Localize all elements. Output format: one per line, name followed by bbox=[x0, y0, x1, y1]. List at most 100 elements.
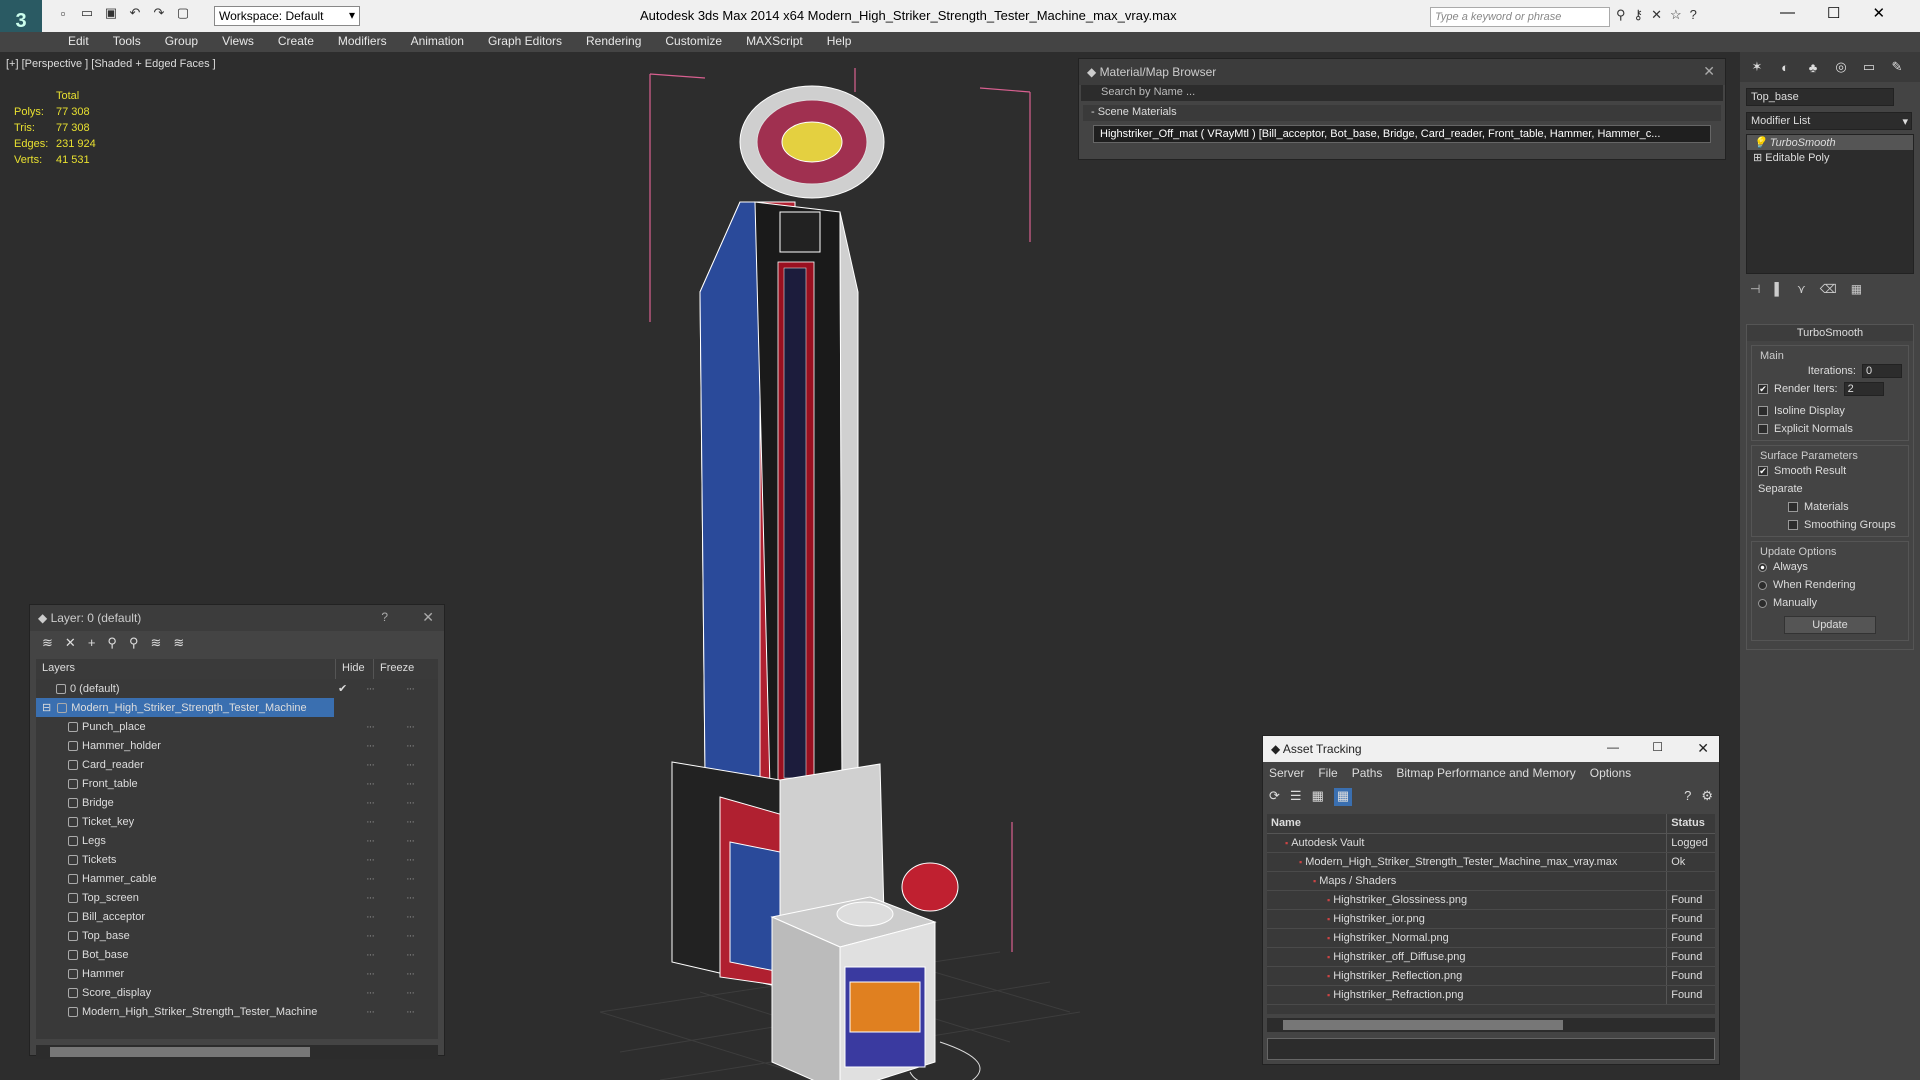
refresh-icon[interactable]: ⟳ bbox=[1269, 788, 1280, 806]
explicit-normals-checkbox[interactable] bbox=[1758, 424, 1768, 434]
asset-row[interactable]: ▪ Highstriker_Refraction.png Found bbox=[1267, 986, 1715, 1005]
hide-toggle[interactable]: ··· bbox=[366, 778, 375, 790]
exchange-icon[interactable]: ✕ bbox=[1651, 7, 1662, 23]
settings-icon[interactable]: ⚙ bbox=[1701, 788, 1713, 806]
layer-object-row[interactable]: Punch_place ··· ··· bbox=[36, 717, 438, 736]
hide-toggle[interactable]: ··· bbox=[366, 968, 375, 980]
layer-object-row[interactable]: Top_base ··· ··· bbox=[36, 926, 438, 945]
redo-icon[interactable]: ↷ bbox=[150, 4, 168, 22]
menu-views[interactable]: Views bbox=[210, 32, 266, 52]
display-tab-icon[interactable]: ▭ bbox=[1858, 56, 1880, 78]
menu-graph-editors[interactable]: Graph Editors bbox=[476, 32, 574, 52]
make-unique-icon[interactable]: ⋎ bbox=[1797, 282, 1806, 296]
asset-row[interactable]: ▪ Highstriker_Reflection.png Found bbox=[1267, 967, 1715, 986]
delete-layer-icon[interactable]: ✕ bbox=[65, 635, 76, 651]
iterations-spinner[interactable]: 0 bbox=[1862, 364, 1902, 378]
hide-toggle[interactable]: ··· bbox=[366, 987, 375, 999]
pin-stack-icon[interactable]: ⊣ bbox=[1750, 282, 1760, 296]
freeze-toggle[interactable]: ··· bbox=[406, 987, 415, 999]
motion-tab-icon[interactable]: ◎ bbox=[1830, 56, 1852, 78]
horizontal-scrollbar[interactable] bbox=[1267, 1018, 1715, 1032]
asset-row[interactable]: ▪ Highstriker_off_Diffuse.png Found bbox=[1267, 948, 1715, 967]
list-view-icon[interactable]: ☰ bbox=[1290, 788, 1302, 806]
freeze-toggle[interactable]: ··· bbox=[406, 797, 415, 809]
configure-modifier-sets-icon[interactable]: ▦ bbox=[1851, 282, 1862, 296]
layer-row-selected[interactable]: ⊟ Modern_High_Striker_Strength_Tester_Mac… bbox=[36, 698, 334, 717]
hide-toggle[interactable]: ··· bbox=[366, 797, 375, 809]
asset-row[interactable]: ▪ Highstriker_ior.png Found bbox=[1267, 910, 1715, 929]
materials-checkbox[interactable] bbox=[1788, 502, 1798, 512]
table-view-icon[interactable]: ▦ bbox=[1333, 788, 1353, 806]
star-icon[interactable]: ☆ bbox=[1670, 7, 1682, 23]
menu-bitmap-performance[interactable]: Bitmap Performance and Memory bbox=[1396, 766, 1575, 780]
layer-object-row[interactable]: Front_table ··· ··· bbox=[36, 774, 438, 793]
stack-item-turbosmooth[interactable]: 💡 TurboSmooth bbox=[1747, 135, 1913, 150]
create-tab-icon[interactable]: ✶ bbox=[1746, 56, 1768, 78]
layer-object-row[interactable]: Bill_acceptor ··· ··· bbox=[36, 907, 438, 926]
key-icon[interactable]: ⚷ bbox=[1634, 7, 1644, 23]
help-icon[interactable]: ? bbox=[1684, 788, 1691, 806]
menu-maxscript[interactable]: MAXScript bbox=[734, 32, 815, 52]
freeze-toggle[interactable]: ··· bbox=[406, 911, 415, 923]
material-search-input[interactable]: Search by Name ... bbox=[1081, 85, 1723, 101]
freeze-toggle[interactable]: ··· bbox=[406, 968, 415, 980]
add-to-layer-icon[interactable]: + bbox=[88, 635, 96, 651]
render-iters-spinner[interactable]: 2 bbox=[1843, 382, 1884, 396]
asset-row[interactable]: ▪ Highstriker_Normal.png Found bbox=[1267, 929, 1715, 948]
utilities-tab-icon[interactable]: ✎ bbox=[1886, 56, 1908, 78]
freeze-toggle[interactable]: ··· bbox=[406, 873, 415, 885]
column-freeze[interactable]: Freeze bbox=[374, 659, 414, 679]
hide-toggle[interactable]: ··· bbox=[366, 892, 375, 904]
hide-toggle[interactable]: ··· bbox=[366, 1006, 375, 1018]
close-icon[interactable]: ✕ bbox=[422, 609, 434, 626]
close-icon[interactable]: ✕ bbox=[1872, 4, 1885, 22]
menu-server[interactable]: Server bbox=[1269, 766, 1304, 780]
hide-toggle[interactable]: ··· bbox=[366, 759, 375, 771]
highlight-selected-icon[interactable]: ⚲ bbox=[129, 635, 139, 651]
menu-paths[interactable]: Paths bbox=[1352, 766, 1383, 780]
scene-materials-group[interactable]: - Scene Materials bbox=[1083, 105, 1721, 121]
minimize-icon[interactable]: — bbox=[1607, 740, 1619, 754]
manually-radio[interactable] bbox=[1758, 598, 1767, 608]
menu-tools[interactable]: Tools bbox=[101, 32, 153, 52]
column-layers[interactable]: Layers bbox=[36, 659, 336, 679]
select-objects-icon[interactable]: ⚲ bbox=[107, 635, 117, 651]
help-icon[interactable]: ? bbox=[381, 610, 388, 624]
workspace-dropdown[interactable]: Workspace: Default ▾ bbox=[214, 6, 360, 26]
modify-tab-icon[interactable]: ◐ bbox=[1774, 56, 1796, 78]
hide-toggle[interactable]: ··· bbox=[366, 816, 375, 828]
smoothing-groups-checkbox[interactable] bbox=[1788, 520, 1798, 530]
menu-create[interactable]: Create bbox=[266, 32, 326, 52]
freeze-toggle[interactable]: ··· bbox=[406, 835, 415, 847]
hide-toggle[interactable]: ··· bbox=[366, 873, 375, 885]
show-end-result-icon[interactable]: ▌ bbox=[1774, 282, 1783, 296]
remove-modifier-icon[interactable]: ⌫ bbox=[1820, 282, 1837, 296]
update-button[interactable]: Update bbox=[1784, 616, 1876, 634]
menu-file[interactable]: File bbox=[1318, 766, 1337, 780]
horizontal-scrollbar[interactable] bbox=[36, 1045, 438, 1059]
smooth-result-checkbox[interactable]: ✔ bbox=[1758, 466, 1768, 476]
stack-item-editable-poly[interactable]: ⊞ Editable Poly bbox=[1747, 150, 1913, 165]
undo-icon[interactable]: ↶ bbox=[126, 4, 144, 22]
hide-toggle[interactable]: ··· bbox=[366, 740, 375, 752]
hide-toggle[interactable]: ··· bbox=[366, 683, 375, 695]
freeze-all-icon[interactable]: ≋ bbox=[173, 635, 184, 651]
column-name[interactable]: Name bbox=[1267, 814, 1668, 833]
save-icon[interactable]: ▣ bbox=[102, 4, 120, 22]
hide-all-icon[interactable]: ≋ bbox=[150, 635, 161, 651]
layer-object-row[interactable]: Top_screen ··· ··· bbox=[36, 888, 438, 907]
help-icon[interactable]: ? bbox=[1690, 7, 1697, 23]
material-list-item[interactable]: Highstriker_Off_mat ( VRayMtl ) [Bill_ac… bbox=[1093, 125, 1711, 143]
layer-object-row[interactable]: Bridge ··· ··· bbox=[36, 793, 438, 812]
column-status[interactable]: Status bbox=[1667, 814, 1715, 833]
asset-row[interactable]: ▪ Autodesk Vault Logged bbox=[1267, 834, 1715, 853]
expand-icon[interactable]: ⊟ bbox=[42, 701, 51, 714]
maximize-icon[interactable]: ☐ bbox=[1652, 740, 1663, 754]
asset-path-field[interactable] bbox=[1267, 1038, 1715, 1060]
help-search-input[interactable]: Type a keyword or phrase bbox=[1430, 7, 1610, 27]
asset-row[interactable]: ▪ Maps / Shaders bbox=[1267, 872, 1715, 891]
modifier-list-dropdown[interactable]: Modifier List ▾ bbox=[1746, 112, 1912, 130]
asset-row[interactable]: ▪ Highstriker_Glossiness.png Found bbox=[1267, 891, 1715, 910]
menu-customize[interactable]: Customize bbox=[653, 32, 734, 52]
freeze-toggle[interactable]: ··· bbox=[406, 683, 415, 695]
